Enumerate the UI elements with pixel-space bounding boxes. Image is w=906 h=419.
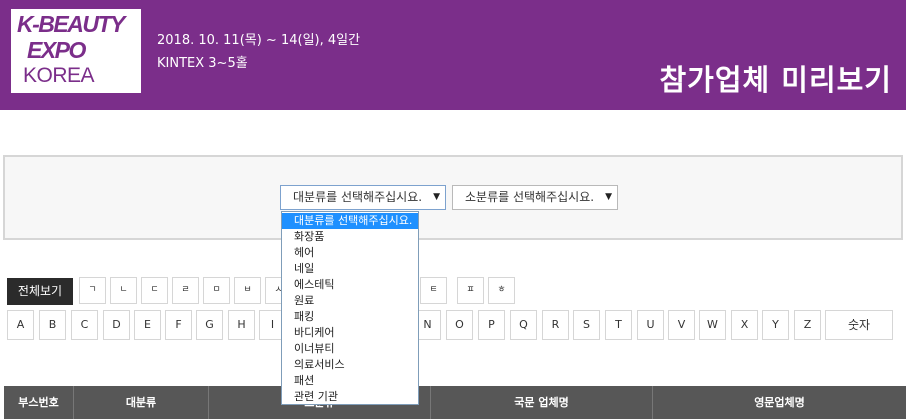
main-category-select[interactable]: 대분류를 선택해주십시요. ▼ [280, 185, 446, 210]
main-category-value: 대분류를 선택해주십시요. [293, 190, 423, 204]
index-korean-button[interactable]: ㅌ [420, 277, 447, 304]
site-header: K-BEAUTY EXPO KOREA 2018. 10. 11(목) ~ 14… [0, 0, 906, 110]
index-alpha-button[interactable]: P [478, 310, 505, 340]
index-alpha-button[interactable]: E [134, 310, 161, 340]
index-alpha-button[interactable]: Q [510, 310, 537, 340]
dropdown-option[interactable]: 관련 기관 [282, 389, 418, 405]
sub-category-value: 소분류를 선택해주십시요. [465, 190, 595, 204]
index-alpha-button[interactable]: Y [762, 310, 789, 340]
dropdown-option[interactable]: 패션 [282, 373, 418, 389]
column-main-category: 대분류 [74, 386, 209, 419]
column-english-name: 영문업체명 [754, 396, 805, 409]
logo-line-3: KOREA [23, 64, 95, 87]
dropdown-option[interactable]: 화장품 [282, 229, 418, 245]
sub-category-select[interactable]: 소분류를 선택해주십시요. ▼ [452, 185, 618, 210]
index-number-button[interactable]: 숫자 [825, 310, 893, 340]
dropdown-option[interactable]: 패킹 [282, 309, 418, 325]
index-korean-button[interactable]: ㅁ [203, 277, 230, 304]
index-korean-button[interactable]: ㅎ [488, 277, 515, 304]
event-date: 2018. 10. 11(목) ~ 14(일), 4일간 [157, 33, 361, 48]
kbeauty-expo-logo[interactable]: K-BEAUTY EXPO KOREA [11, 9, 141, 93]
index-alpha-button[interactable]: G [196, 310, 223, 340]
dropdown-option[interactable]: 헤어 [282, 245, 418, 261]
index-alpha-button[interactable]: Z [794, 310, 821, 340]
index-alpha-button[interactable]: W [699, 310, 726, 340]
index-alpha-button[interactable]: T [605, 310, 632, 340]
column-booth-number: 부스번호 [4, 386, 74, 419]
index-alpha-button[interactable]: C [71, 310, 98, 340]
event-venue: KINTEX 3~5홀 [157, 56, 248, 71]
index-alpha-button[interactable]: S [573, 310, 600, 340]
dropdown-option[interactable]: 대분류를 선택해주십시요. [282, 213, 418, 229]
index-alpha-button[interactable]: U [637, 310, 664, 340]
dropdown-option[interactable]: 네일 [282, 261, 418, 277]
index-alpha-button[interactable]: A [7, 310, 34, 340]
index-korean-button[interactable]: ㄴ [110, 277, 137, 304]
index-alpha-button[interactable]: R [542, 310, 569, 340]
dropdown-option[interactable]: 바디케어 [282, 325, 418, 341]
dropdown-option[interactable]: 의료서비스 [282, 357, 418, 373]
page-title: 참가업체 미리보기 [659, 63, 892, 97]
index-alpha-button[interactable]: X [731, 310, 758, 340]
logo-line-1: K-BEAUTY [17, 11, 125, 37]
dropdown-option[interactable]: 원료 [282, 293, 418, 309]
index-korean-button[interactable]: ㅍ [457, 277, 484, 304]
dropdown-arrow-icon: ▼ [605, 192, 612, 202]
index-alpha-button[interactable]: O [446, 310, 473, 340]
index-alpha-button[interactable]: H [228, 310, 255, 340]
index-alpha-button[interactable]: B [39, 310, 66, 340]
main-category-dropdown: 대분류를 선택해주십시요. 화장품 헤어 네일 에스테틱 원료 패킹 바디케어 … [281, 211, 419, 405]
index-korean-button[interactable]: ㄷ [141, 277, 168, 304]
table-header: 부스번호 대분류 소분류 국문 업체명 영문업체명 [4, 386, 906, 419]
logo-line-2: EXPO [27, 37, 86, 63]
index-alpha-button[interactable]: F [165, 310, 192, 340]
view-all-button[interactable]: 전체보기 [7, 278, 73, 305]
index-alpha-button[interactable]: V [668, 310, 695, 340]
index-korean-button[interactable]: ㄹ [172, 277, 199, 304]
dropdown-option[interactable]: 에스테틱 [282, 277, 418, 293]
index-korean-button[interactable]: ㅂ [234, 277, 261, 304]
column-korean-name: 국문 업체명 [431, 386, 653, 419]
index-korean-button[interactable]: ㄱ [79, 277, 106, 304]
dropdown-option[interactable]: 이너뷰티 [282, 341, 418, 357]
dropdown-arrow-icon: ▼ [433, 192, 440, 202]
index-alpha-button[interactable]: D [103, 310, 130, 340]
